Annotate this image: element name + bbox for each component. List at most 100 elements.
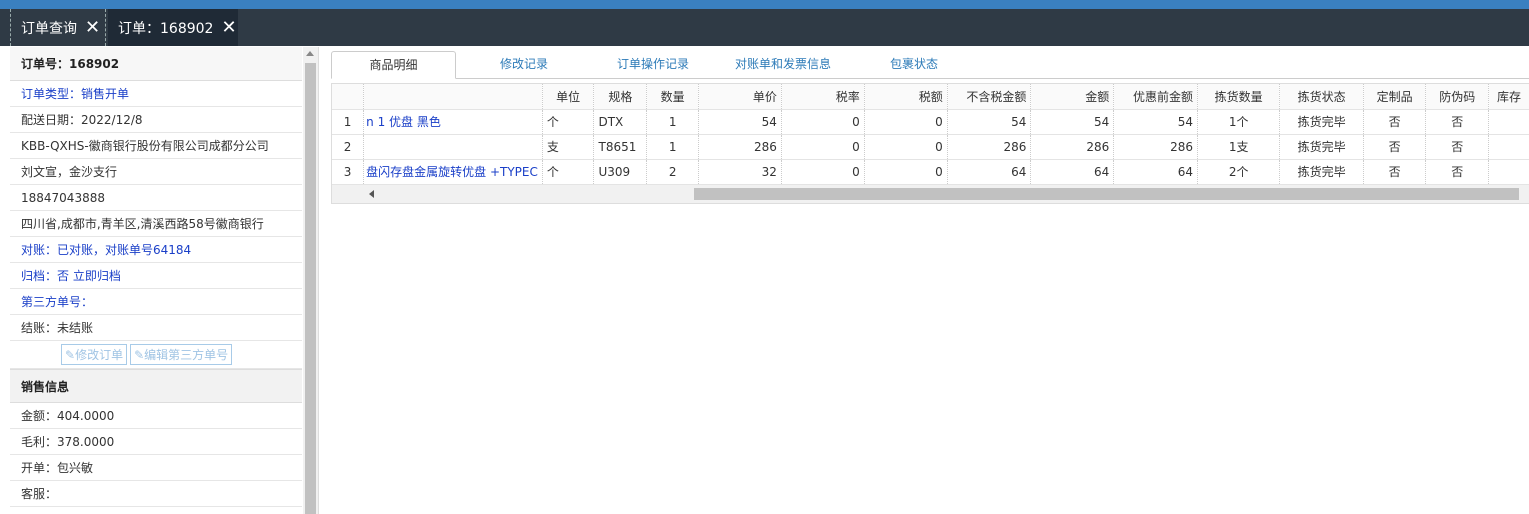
- custom-cell: 否: [1363, 159, 1427, 185]
- contact-name: 刘文宣，金沙支行: [10, 159, 302, 185]
- pick-qty-cell: 1个: [1197, 109, 1281, 135]
- qty-cell: 1: [646, 109, 699, 135]
- row-number: 3: [332, 159, 365, 185]
- row-number: 2: [332, 134, 365, 160]
- pre-discount-cell: 64: [1113, 159, 1198, 185]
- delivery-date: 配送日期：2022/12/8: [10, 107, 302, 133]
- table-header: 单位 规格 数量 单价 税率 税额 不含税金额 金额 优惠前金额 拣货数量 拣货…: [332, 84, 1529, 110]
- tax-cell: 0: [864, 109, 948, 135]
- custom-cell: 否: [1363, 134, 1427, 160]
- row-number: 1: [332, 109, 365, 135]
- col-price[interactable]: 单价: [698, 84, 782, 110]
- subtab-bar: 商品明细 修改记录 订单操作记录 对账单和发票信息 包裹状态: [331, 47, 1529, 79]
- edit-icon: ✎: [65, 348, 76, 362]
- stock-cell: [1488, 159, 1529, 185]
- detail-panel: 商品明细 修改记录 订单操作记录 对账单和发票信息 包裹状态 单位 规格 数量 …: [331, 47, 1529, 514]
- stock-cell: [1488, 109, 1529, 135]
- qty-cell: 1: [646, 134, 699, 160]
- anti-fake-cell: 否: [1425, 159, 1490, 185]
- pick-status-cell: 拣货完毕: [1279, 109, 1364, 135]
- third-party-number[interactable]: 第三方单号：: [10, 289, 302, 315]
- amount-cell: 286: [1030, 134, 1115, 160]
- spec-cell: DTX: [593, 109, 648, 135]
- pick-status-cell: 拣货完毕: [1279, 134, 1364, 160]
- table-row[interactable]: 3 盘闪存盘金属旋转优盘 +TYPEC 个 U309 2 32 0 0 64 6…: [332, 159, 1529, 185]
- top-accent-bar: [0, 0, 1529, 9]
- table-row[interactable]: 1 n 1 优盘 黑色 个 DTX 1 54 0 0 54 54 54 1个 拣…: [332, 109, 1529, 135]
- action-buttons: ✎修改订单 ✎编辑第三方单号: [10, 341, 302, 369]
- col-custom[interactable]: 定制品: [1363, 84, 1427, 110]
- delivery-address: 四川省,成都市,青羊区,清溪西路58号徽商银行: [10, 211, 302, 237]
- col-unit[interactable]: 单位: [542, 84, 595, 110]
- unit-cell: 个: [542, 109, 595, 135]
- tab-order-query[interactable]: 订单查询 ✕: [10, 9, 106, 46]
- table-row[interactable]: 2 支 T8651 1 286 0 0 286 286 286 1支 拣货完毕 …: [332, 134, 1529, 160]
- spec-cell: T8651: [593, 134, 648, 160]
- col-tax-rate[interactable]: 税率: [781, 84, 865, 110]
- tab-package-status[interactable]: 包裹状态: [861, 51, 967, 78]
- col-pre-discount[interactable]: 优惠前金额: [1113, 84, 1198, 110]
- archive-link[interactable]: 否 立即归档: [57, 267, 121, 284]
- tab-statement-invoice[interactable]: 对账单和发票信息: [723, 51, 843, 78]
- spec-cell: U309: [593, 159, 648, 185]
- net-amount-cell: 64: [947, 159, 1032, 185]
- col-anti-fake[interactable]: 防伪码: [1425, 84, 1490, 110]
- product-name-link[interactable]: 盘闪存盘金属旋转优盘 +TYPEC: [363, 159, 543, 185]
- tab-change-log[interactable]: 修改记录: [471, 51, 577, 78]
- tab-product-details[interactable]: 商品明细: [331, 51, 456, 79]
- order-type: 订单类型：销售开单: [10, 81, 302, 107]
- pick-status-cell: 拣货完毕: [1279, 159, 1364, 185]
- col-amount[interactable]: 金额: [1030, 84, 1115, 110]
- sales-amount: 金额：404.0000: [10, 403, 302, 429]
- col-stock[interactable]: 库存: [1488, 84, 1529, 110]
- unit-cell: 支: [542, 134, 595, 160]
- col-tax[interactable]: 税额: [864, 84, 948, 110]
- customer-service: 客服：: [10, 481, 302, 507]
- order-number: 订单号：168902: [10, 47, 302, 81]
- qty-cell: 2: [646, 159, 699, 185]
- pre-discount-cell: 286: [1113, 134, 1198, 160]
- col-pick-status[interactable]: 拣货状态: [1279, 84, 1364, 110]
- customer-name: KBB-QXHS-徽商银行股份有限公司成都分公司: [10, 133, 302, 159]
- col-rownum: [332, 84, 365, 110]
- price-cell: 54: [698, 109, 782, 135]
- pick-qty-cell: 1支: [1197, 134, 1281, 160]
- pre-discount-cell: 54: [1113, 109, 1198, 135]
- order-opener: 开单：包兴敏: [10, 455, 302, 481]
- product-name-link[interactable]: [363, 134, 543, 160]
- tab-bar: 订单查询 ✕ 订单：168902 ✕: [0, 9, 1529, 46]
- archive-status: 归档： 否 立即归档: [10, 263, 302, 289]
- horizontal-scrollbar[interactable]: [332, 184, 1529, 203]
- scroll-up-icon[interactable]: [306, 51, 314, 56]
- sales-info-header: 销售信息: [10, 369, 302, 403]
- col-spec[interactable]: 规格: [593, 84, 648, 110]
- product-name-link[interactable]: n 1 优盘 黑色: [363, 109, 543, 135]
- close-icon[interactable]: ✕: [85, 18, 100, 37]
- tab-label: 订单查询: [21, 20, 77, 37]
- col-qty[interactable]: 数量: [646, 84, 699, 110]
- tax-cell: 0: [864, 159, 948, 185]
- pick-qty-cell: 2个: [1197, 159, 1281, 185]
- product-table: 单位 规格 数量 单价 税率 税额 不含税金额 金额 优惠前金额 拣货数量 拣货…: [332, 84, 1529, 185]
- close-icon[interactable]: ✕: [221, 18, 236, 37]
- unit-cell: 个: [542, 159, 595, 185]
- col-net-amount[interactable]: 不含税金额: [947, 84, 1032, 110]
- col-pick-qty[interactable]: 拣货数量: [1197, 84, 1281, 110]
- tax-rate-cell: 0: [781, 134, 865, 160]
- edit-third-party-button[interactable]: ✎编辑第三方单号: [130, 344, 233, 365]
- scrollbar-thumb[interactable]: [694, 187, 1519, 200]
- tab-order-detail[interactable]: 订单：168902 ✕: [108, 9, 238, 46]
- product-grid: 单位 规格 数量 单价 税率 税额 不含税金额 金额 优惠前金额 拣货数量 拣货…: [331, 83, 1529, 204]
- custom-cell: 否: [1363, 109, 1427, 135]
- anti-fake-cell: 否: [1425, 134, 1490, 160]
- scroll-left-icon[interactable]: [369, 189, 374, 198]
- scrollbar-thumb[interactable]: [305, 63, 316, 514]
- edit-order-button[interactable]: ✎修改订单: [61, 344, 128, 365]
- tab-operation-log[interactable]: 订单操作记录: [595, 51, 711, 78]
- price-cell: 32: [698, 159, 782, 185]
- vertical-scrollbar[interactable]: [303, 47, 318, 514]
- reconcile-status[interactable]: 对账：已对账，对账单号64184: [10, 237, 302, 263]
- tax-rate-cell: 0: [781, 159, 865, 185]
- tax-cell: 0: [864, 134, 948, 160]
- gross-profit: 毛利：378.0000: [10, 429, 302, 455]
